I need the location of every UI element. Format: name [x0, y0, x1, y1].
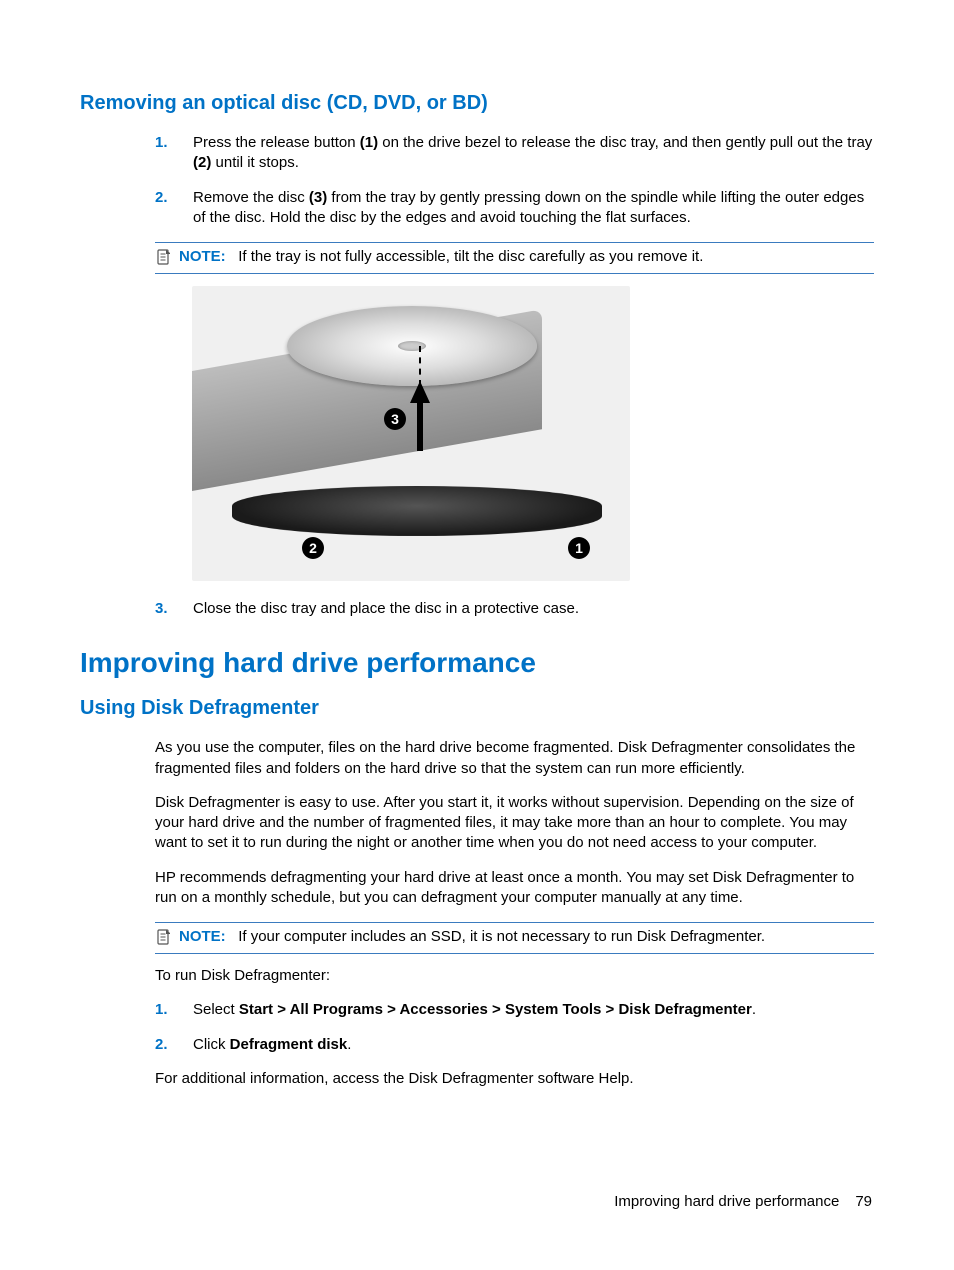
- list-item: 3. Close the disc tray and place the dis…: [155, 599, 874, 619]
- heading-disk-defragmenter: Using Disk Defragmenter: [80, 697, 874, 720]
- page-number: 79: [855, 1193, 872, 1210]
- heading-removing-disc: Removing an optical disc (CD, DVD, or BD…: [80, 92, 874, 115]
- list-body: Select Start > All Programs > Accessorie…: [193, 1000, 874, 1020]
- text: Remove the disc: [193, 189, 309, 206]
- note-body: If your computer includes an SSD, it is …: [238, 928, 765, 945]
- figure-callout-1: 1: [568, 537, 590, 559]
- list-item: 2. Remove the disc (3) from the tray by …: [155, 188, 874, 229]
- figure-optical-drive: 3 2 1: [192, 286, 630, 581]
- ordered-list-remove-disc-cont: 3. Close the disc tray and place the dis…: [155, 599, 874, 619]
- footer-section-title: Improving hard drive performance: [614, 1193, 839, 1210]
- list-number: 1.: [155, 1000, 193, 1020]
- note-icon: [155, 928, 173, 948]
- list-item: 2. Click Defragment disk.: [155, 1035, 874, 1055]
- list-body: Remove the disc (3) from the tray by gen…: [193, 188, 874, 229]
- figure-callout-2: 2: [302, 537, 324, 559]
- list-body: Close the disc tray and place the disc i…: [193, 599, 874, 619]
- list-number: 2.: [155, 188, 193, 229]
- text: on the drive bezel to release the disc t…: [378, 134, 872, 151]
- page-footer: Improving hard drive performance 79: [614, 1193, 872, 1210]
- text: .: [752, 1001, 756, 1018]
- bold-action: Defragment disk: [230, 1036, 348, 1053]
- ordered-list-remove-disc: 1. Press the release button (1) on the d…: [155, 133, 874, 228]
- note-text: NOTE: If your computer includes an SSD, …: [173, 928, 874, 945]
- paragraph: For additional information, access the D…: [155, 1069, 874, 1089]
- list-item: 1. Press the release button (1) on the d…: [155, 133, 874, 174]
- list-number: 1.: [155, 133, 193, 174]
- note-label: NOTE:: [179, 928, 226, 945]
- list-number: 3.: [155, 599, 193, 619]
- note-block: NOTE: If the tray is not fully accessibl…: [155, 242, 874, 274]
- text: Press the release button: [193, 134, 360, 151]
- note-text: NOTE: If the tray is not fully accessibl…: [173, 248, 874, 265]
- list-body: Click Defragment disk.: [193, 1035, 874, 1055]
- paragraph: To run Disk Defragmenter:: [155, 966, 874, 986]
- text: .: [347, 1036, 351, 1053]
- note-icon: [155, 248, 173, 268]
- heading-improving-performance: Improving hard drive performance: [80, 647, 874, 679]
- bold-menu-path: Start > All Programs > Accessories > Sys…: [239, 1001, 752, 1018]
- document-page: Removing an optical disc (CD, DVD, or BD…: [0, 0, 954, 1270]
- list-number: 2.: [155, 1035, 193, 1055]
- paragraph: Disk Defragmenter is easy to use. After …: [155, 793, 874, 854]
- text: Click: [193, 1036, 230, 1053]
- list-body: Press the release button (1) on the driv…: [193, 133, 874, 174]
- paragraph: As you use the computer, files on the ha…: [155, 738, 874, 779]
- note-block: NOTE: If your computer includes an SSD, …: [155, 922, 874, 954]
- text: until it stops.: [211, 154, 299, 171]
- list-item: 1. Select Start > All Programs > Accesso…: [155, 1000, 874, 1020]
- text: Select: [193, 1001, 239, 1018]
- figure-callout-3: 3: [384, 408, 406, 430]
- bold-callout-ref: (3): [309, 189, 327, 206]
- bold-callout-ref: (2): [193, 154, 211, 171]
- paragraph: HP recommends defragmenting your hard dr…: [155, 868, 874, 909]
- ordered-list-defrag: 1. Select Start > All Programs > Accesso…: [155, 1000, 874, 1055]
- note-body: If the tray is not fully accessible, til…: [238, 248, 703, 265]
- bold-callout-ref: (1): [360, 134, 378, 151]
- note-label: NOTE:: [179, 248, 226, 265]
